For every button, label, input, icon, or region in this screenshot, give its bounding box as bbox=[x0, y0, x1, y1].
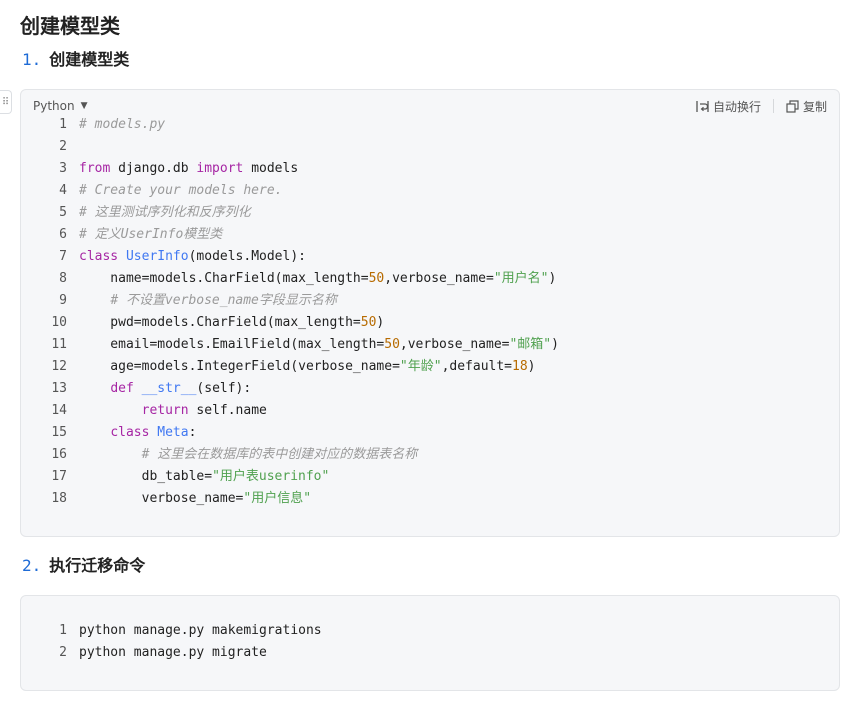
code-line: 5 # 这里测试序列化和反序列化 bbox=[21, 202, 839, 224]
line-number: 16 bbox=[51, 447, 67, 462]
section-title: 执行迁移命令 bbox=[49, 556, 146, 575]
language-label: Python bbox=[33, 99, 75, 113]
code-text: age=models.IntegerField(verbose_name="年龄… bbox=[79, 359, 536, 374]
code-text: email=models.EmailField(max_length=50,ve… bbox=[79, 337, 559, 352]
line-number: 14 bbox=[51, 403, 67, 418]
code-line: 17 db_table="用户表userinfo" bbox=[21, 466, 839, 488]
copy-label: 复制 bbox=[802, 99, 827, 114]
code-line: 11 email=models.EmailField(max_length=50… bbox=[21, 334, 839, 356]
section-number: 2. bbox=[22, 556, 42, 575]
copy-button[interactable]: 复制 bbox=[786, 98, 827, 115]
code-actions: 自动换行 复制 bbox=[696, 98, 827, 115]
code-text: pwd=models.CharField(max_length=50) bbox=[79, 315, 385, 330]
line-number: 1 bbox=[59, 623, 67, 638]
code-line: 10 pwd=models.CharField(max_length=50) bbox=[21, 312, 839, 334]
code-text: python manage.py migrate bbox=[79, 645, 267, 660]
code-line: 2 bbox=[21, 136, 839, 158]
code-lines: 1 # models.py 2 3 from django.db import mode… bbox=[21, 114, 839, 510]
code-line: 18 verbose_name="用户信息" bbox=[21, 488, 839, 510]
code-block-models: Python ▼ 自动换行 复制 1 # models.py 2 3 from djan… bbox=[20, 89, 840, 537]
wrap-label: 自动换行 bbox=[712, 99, 761, 114]
code-text: # 定义UserInfo模型类 bbox=[79, 227, 223, 242]
code-text: verbose_name="用户信息" bbox=[79, 491, 312, 506]
code-text: # 这里测试序列化和反序列化 bbox=[79, 205, 251, 220]
code-line: 2 python manage.py migrate bbox=[21, 642, 839, 664]
line-number: 2 bbox=[59, 645, 67, 660]
line-number: 2 bbox=[59, 139, 67, 154]
line-number: 1 bbox=[59, 117, 67, 132]
code-line: 14 return self.name bbox=[21, 400, 839, 422]
code-text: # 这里会在数据库的表中创建对应的数据表名称 bbox=[141, 447, 418, 462]
drag-handle-icon[interactable]: ⠿ bbox=[0, 90, 12, 114]
code-line: 7 class UserInfo(models.Model): bbox=[21, 246, 839, 268]
code-toolbar: Python ▼ 自动换行 复制 bbox=[33, 96, 827, 116]
code-line: 8 name=models.CharField(max_length=50,ve… bbox=[21, 268, 839, 290]
line-number: 11 bbox=[51, 337, 67, 352]
code-lines: 1 python manage.py makemigrations 2 python … bbox=[21, 620, 839, 664]
code-text: python manage.py makemigrations bbox=[79, 623, 322, 638]
code-line: 3 from django.db import models bbox=[21, 158, 839, 180]
line-number: 12 bbox=[51, 359, 67, 374]
page-title: 创建模型类 bbox=[20, 14, 120, 38]
line-number: 15 bbox=[51, 425, 67, 440]
code-line: 13 def __str__(self): bbox=[21, 378, 839, 400]
line-number: 3 bbox=[59, 161, 67, 176]
code-line: 6 # 定义UserInfo模型类 bbox=[21, 224, 839, 246]
wrap-toggle-button[interactable]: 自动换行 bbox=[696, 98, 761, 115]
section-heading-1: 1. 创建模型类 bbox=[22, 49, 129, 71]
caret-down-icon: ▼ bbox=[80, 101, 88, 111]
line-number: 10 bbox=[51, 315, 67, 330]
line-number: 4 bbox=[59, 183, 67, 198]
language-select[interactable]: Python ▼ bbox=[33, 99, 88, 113]
code-line: 1 # models.py bbox=[21, 114, 839, 136]
code-text: # Create your models here. bbox=[79, 183, 283, 198]
line-number: 9 bbox=[59, 293, 67, 308]
code-text: # models.py bbox=[79, 117, 166, 132]
code-text: # 不设置verbose_name字段显示名称 bbox=[110, 293, 337, 308]
line-number: 8 bbox=[59, 271, 67, 286]
line-number: 18 bbox=[51, 491, 67, 506]
code-text: class UserInfo(models.Model): bbox=[79, 249, 306, 264]
code-line: 9 # 不设置verbose_name字段显示名称 bbox=[21, 290, 839, 312]
code-line: 4 # Create your models here. bbox=[21, 180, 839, 202]
code-line: 1 python manage.py makemigrations bbox=[21, 620, 839, 642]
section-heading-2: 2. 执行迁移命令 bbox=[22, 555, 145, 577]
line-number: 13 bbox=[51, 381, 67, 396]
code-line: 16 # 这里会在数据库的表中创建对应的数据表名称 bbox=[21, 444, 839, 466]
code-text: from django.db import models bbox=[79, 161, 299, 176]
line-number: 5 bbox=[59, 205, 67, 220]
toolbar-divider bbox=[772, 99, 774, 113]
code-line: 12 age=models.IntegerField(verbose_name=… bbox=[21, 356, 839, 378]
code-block-migrate: 1 python manage.py makemigrations 2 python … bbox=[20, 595, 840, 691]
line-number: 7 bbox=[59, 249, 67, 264]
line-number: 17 bbox=[51, 469, 67, 484]
code-text: def __str__(self): bbox=[110, 381, 252, 396]
line-number: 6 bbox=[59, 227, 67, 242]
code-line: 15 class Meta: bbox=[21, 422, 839, 444]
wrap-text-icon bbox=[696, 100, 709, 113]
copy-icon bbox=[786, 99, 799, 113]
code-text: class Meta: bbox=[110, 425, 197, 440]
code-text: name=models.CharField(max_length=50,verb… bbox=[79, 271, 557, 286]
section-number: 1. bbox=[22, 50, 42, 69]
code-text: db_table="用户表userinfo" bbox=[79, 469, 330, 484]
code-text: return self.name bbox=[141, 403, 267, 418]
section-title: 创建模型类 bbox=[49, 50, 130, 69]
